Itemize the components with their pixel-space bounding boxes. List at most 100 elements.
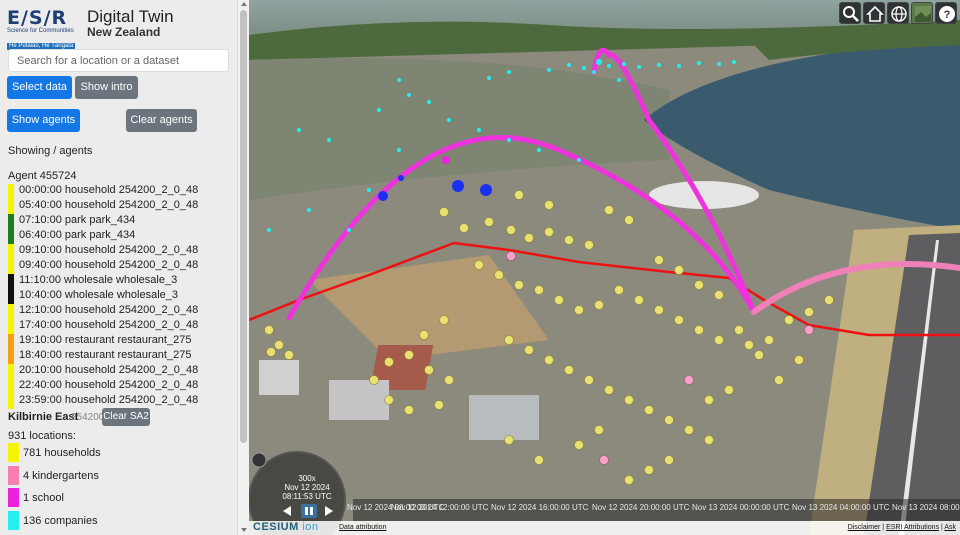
cesium-ion-logo[interactable]: CESIUM ion — [253, 521, 319, 533]
app-root: E/S/R Science for Communities He Pūtaiao… — [0, 0, 960, 535]
cesium-text: CESIUM — [253, 521, 299, 533]
globe-icon[interactable] — [887, 2, 909, 24]
activity-color-swatch — [8, 184, 14, 199]
legend-label: 4 kindergartens — [23, 469, 99, 482]
activity-text: 20:10:00 household 254200_2_0_48 — [19, 364, 199, 376]
legend-item-companies[interactable]: 136 companies — [8, 509, 233, 532]
activity-row[interactable]: 22:40:00 household 254200_2_0_48 — [8, 379, 233, 394]
activity-text: 12:10:00 household 254200_2_0_48 — [19, 304, 199, 316]
activity-row[interactable]: 11:10:00 wholesale wholesale_3 — [8, 274, 233, 289]
clear-sa2-button[interactable]: Clear SA2 — [102, 408, 150, 426]
activity-color-swatch — [8, 259, 14, 274]
help-icon[interactable]: ? — [935, 2, 957, 24]
activity-text: 00:00:00 household 254200_2_0_48 — [19, 184, 199, 196]
activity-text: 23:59:00 household 254200_2_0_48 — [19, 394, 199, 406]
activity-color-swatch — [8, 229, 14, 244]
legend-swatch — [8, 465, 19, 485]
activity-text: 17:40:00 household 254200_2_0_48 — [19, 319, 199, 331]
play-forward-icon[interactable] — [325, 506, 333, 516]
ask-link[interactable]: Ask — [944, 524, 956, 531]
school-building — [329, 380, 389, 420]
activity-row[interactable]: 20:10:00 household 254200_2_0_48 — [8, 364, 233, 379]
activity-row[interactable]: 10:40:00 wholesale wholesale_3 — [8, 289, 233, 304]
activity-color-swatch — [8, 334, 14, 349]
activity-color-swatch — [8, 289, 14, 304]
logo-mark: E/S/R — [7, 7, 68, 29]
timeline-label: Nov 12 2024 16:00:00 UTC — [491, 503, 589, 512]
location-legend: 781 households 4 kindergartens 1 school … — [8, 441, 233, 531]
timeline-bar[interactable]: Nov 12 2024 08:00:00 UTC Nov 12 2024 12:… — [347, 499, 960, 521]
activity-color-swatch — [8, 274, 14, 289]
activity-row[interactable]: 07:10:00 park park_434 — [8, 214, 233, 229]
map-scene[interactable] — [249, 0, 960, 535]
logo-subtitle: Science for Communities — [7, 28, 74, 34]
activity-text: 18:40:00 restaurant restaurant_275 — [19, 349, 192, 361]
play-reverse-icon[interactable] — [283, 506, 291, 516]
scroll-down-arrow-icon[interactable] — [241, 528, 247, 532]
data-attribution-link[interactable]: Data attribution — [339, 524, 386, 531]
legend-swatch — [8, 488, 19, 507]
legend-item-households[interactable]: 781 households — [8, 441, 233, 464]
activity-color-swatch — [8, 379, 14, 394]
showing-label: Showing / agents — [8, 145, 93, 157]
scroll-up-arrow-icon[interactable] — [241, 2, 247, 6]
timeline-label: Nov 13 2024 00:00:00 UTC — [692, 503, 790, 512]
legend-swatch — [8, 510, 19, 530]
activity-row[interactable]: 09:10:00 household 254200_2_0_48 — [8, 244, 233, 259]
activity-row[interactable]: 05:40:00 household 254200_2_0_48 — [8, 199, 233, 214]
activity-text: 06:40:00 park park_434 — [19, 229, 136, 241]
esr-logo: E/S/R Science for Communities He Pūtaiao… — [7, 7, 76, 50]
activity-row[interactable]: 09:40:00 household 254200_2_0_48 — [8, 259, 233, 274]
activity-row[interactable]: 00:00:00 household 254200_2_0_48 — [8, 184, 233, 199]
activity-text: 07:10:00 park park_434 — [19, 214, 136, 226]
timeline-label: Nov 13 2024 08:00:00 UTC — [892, 503, 960, 512]
activity-text: 11:10:00 wholesale wholesale_3 — [19, 274, 178, 286]
search-input[interactable] — [8, 49, 229, 72]
activity-color-swatch — [8, 349, 14, 364]
activity-text: 19:10:00 restaurant restaurant_275 — [19, 334, 192, 346]
activity-row[interactable]: 12:10:00 household 254200_2_0_48 — [8, 304, 233, 319]
pause-icon[interactable] — [301, 504, 317, 518]
map-viewer[interactable]: ? 300x Nov 12 2024 08:11:53 UTC Nov 12 2… — [249, 0, 960, 535]
activity-text: 10:40:00 wholesale wholesale_3 — [19, 289, 179, 301]
search-icon[interactable] — [839, 2, 861, 24]
activity-row[interactable]: 17:40:00 household 254200_2_0_48 — [8, 319, 233, 334]
clock-date: Nov 12 2024 — [284, 483, 330, 492]
school-marker — [442, 156, 450, 164]
activity-row[interactable]: 19:10:00 restaurant restaurant_275 — [8, 334, 233, 349]
show-agents-button[interactable]: Show agents — [7, 109, 80, 132]
home-icon[interactable] — [863, 2, 885, 24]
agent-activity-list: 00:00:00 household 254200_2_0_48 05:40:0… — [8, 184, 233, 409]
scrollbar-thumb[interactable] — [240, 10, 247, 443]
activity-color-swatch — [8, 244, 14, 259]
activity-color-swatch — [8, 394, 14, 409]
activity-row[interactable]: 06:40:00 park park_434 — [8, 229, 233, 244]
legend-swatch — [8, 443, 19, 462]
legend-item-school[interactable]: 1 school — [8, 486, 233, 509]
sa2-name: Kilbirnie East — [8, 411, 79, 423]
warehouse-building — [469, 395, 539, 440]
disclaimer-link[interactable]: Disclaimer — [848, 524, 881, 531]
footer-links: Disclaimer | ESRI Attributions | Ask — [847, 524, 956, 531]
activity-text: 09:40:00 household 254200_2_0_48 — [19, 259, 199, 271]
esri-attributions-link[interactable]: ESRI Attributions — [886, 524, 939, 531]
legend-item-kindergartens[interactable]: 4 kindergartens — [8, 464, 233, 487]
show-intro-button[interactable]: Show intro — [75, 76, 138, 99]
sidebar-scrollbar[interactable] — [237, 0, 249, 535]
timeline-label: Nov 12 2024 20:00:00 UTC — [592, 503, 690, 512]
app-subtitle: New Zealand — [87, 25, 161, 39]
clock-speed: 300x — [298, 474, 316, 483]
clock-time: 08:11:53 UTC — [282, 492, 332, 501]
sa2-code: 254200 — [71, 412, 105, 423]
activity-text: 05:40:00 household 254200_2_0_48 — [19, 199, 199, 211]
activity-color-swatch — [8, 199, 14, 214]
imagery-layer-icon[interactable] — [911, 2, 933, 24]
clear-agents-button[interactable]: Clear agents — [126, 109, 197, 132]
activity-row[interactable]: 23:59:00 household 254200_2_0_48 — [8, 394, 233, 409]
select-data-button[interactable]: Select data — [7, 76, 72, 99]
activity-color-swatch — [8, 319, 14, 334]
activity-row[interactable]: 18:40:00 restaurant restaurant_275 — [8, 349, 233, 364]
app-title: Digital Twin — [87, 7, 174, 26]
legend-label: 781 households — [23, 447, 101, 459]
activity-color-swatch — [8, 214, 14, 229]
